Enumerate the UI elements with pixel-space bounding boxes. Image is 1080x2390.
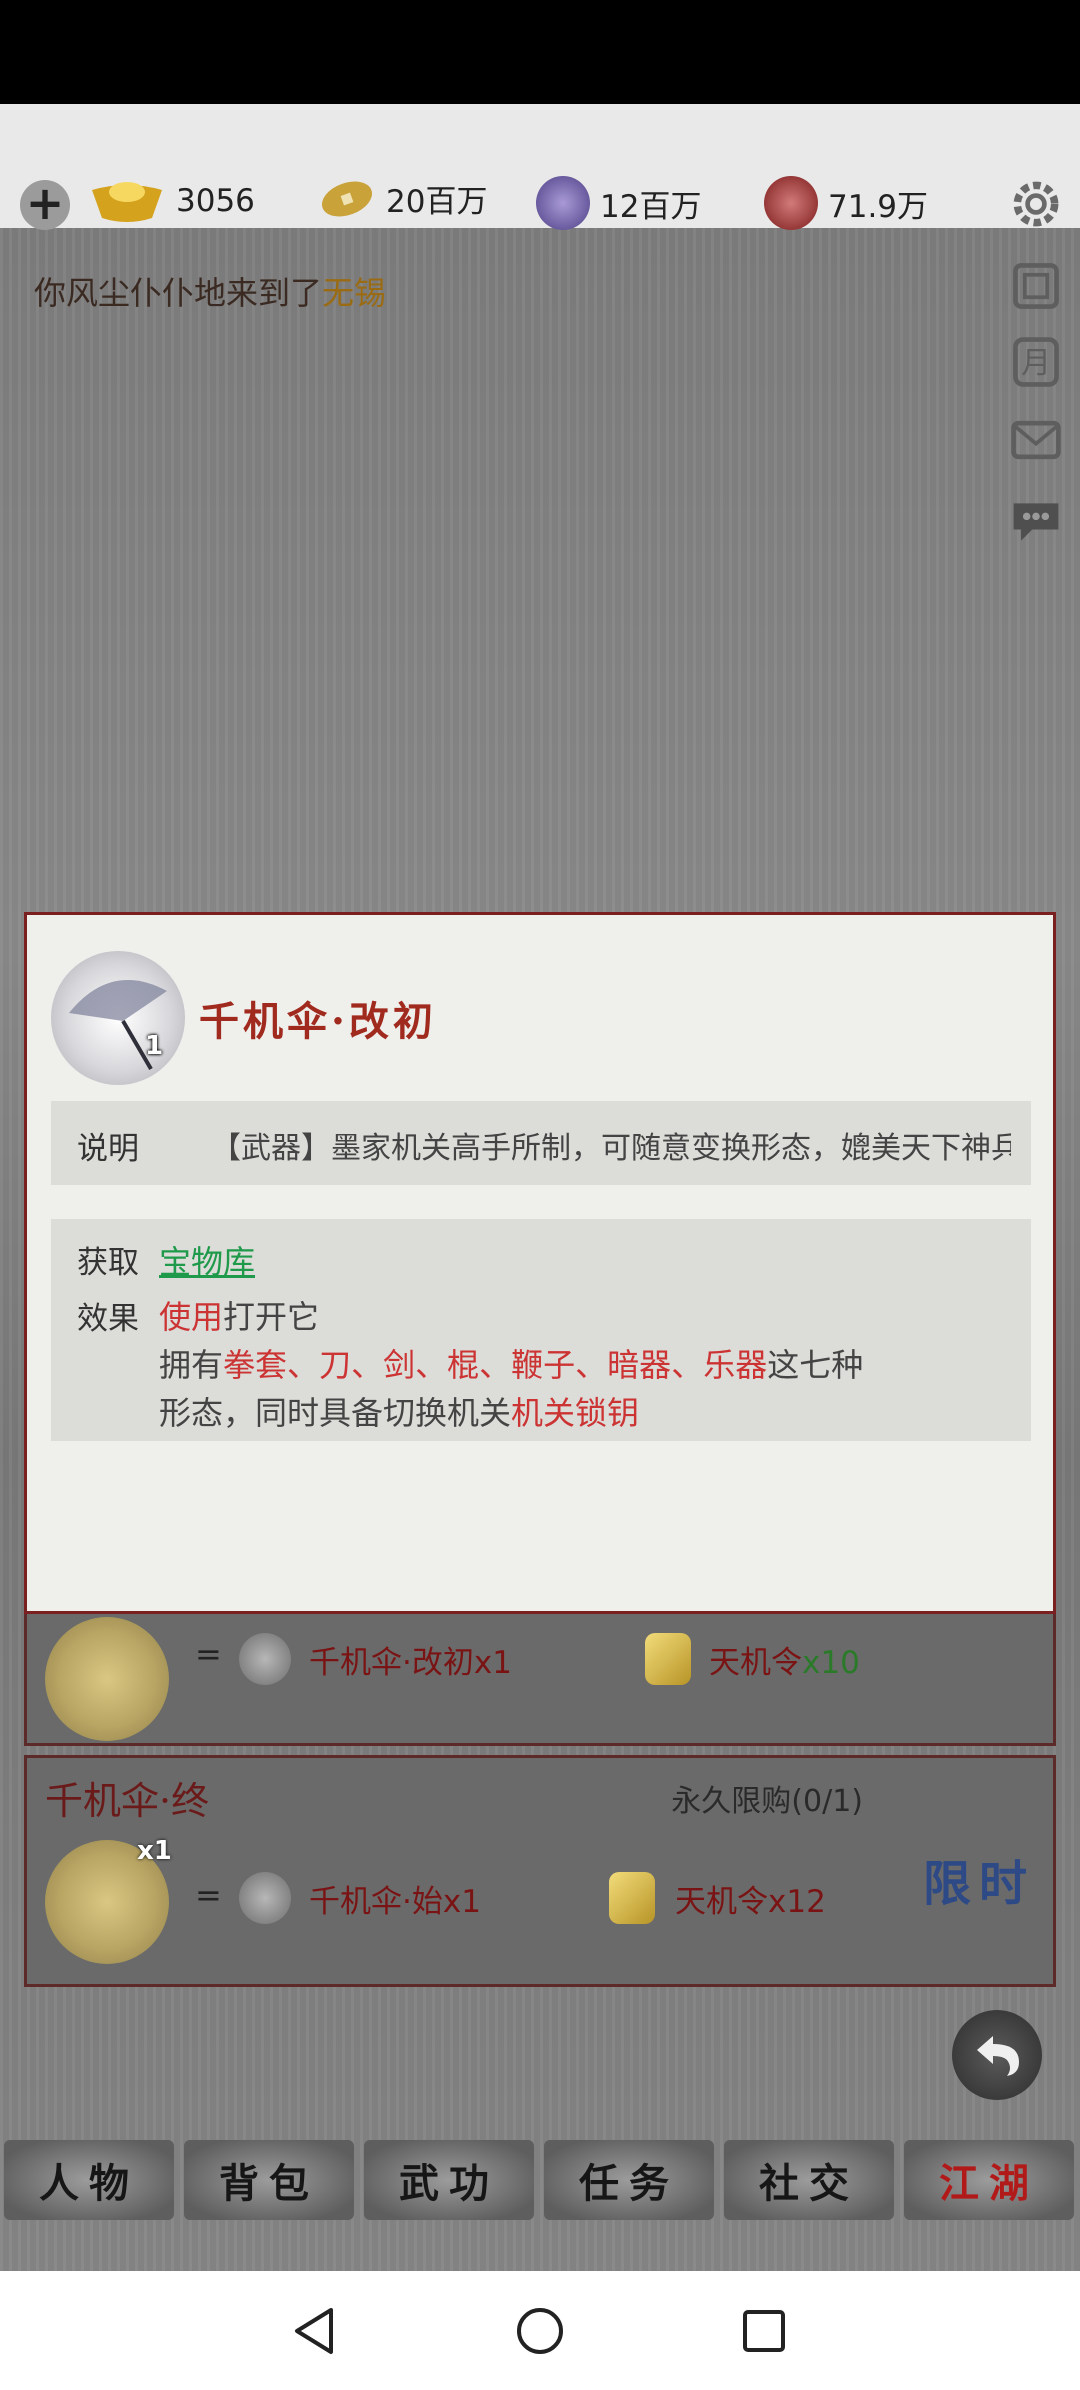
coin-resource: 20百万 [318, 176, 487, 221]
nav-home-button[interactable] [510, 2301, 570, 2361]
token-icon [645, 1633, 691, 1685]
tab-social[interactable]: 社交 [724, 2140, 894, 2220]
item-count: 1 [145, 1031, 164, 1061]
triangle-back-icon [295, 2308, 333, 2354]
message-prefix: 你风尘仆仆地来到了 [34, 274, 323, 312]
settings-button[interactable] [1004, 176, 1068, 232]
shop-item-card-2[interactable]: 千机伞·终 永久限购(0/1) x1 = 千机伞·始x1 天机令x12 限时 [24, 1755, 1056, 1987]
window-icon [1013, 263, 1059, 309]
effect-label: 效果 [77, 1301, 139, 1337]
status-bar [0, 0, 1080, 104]
back-button[interactable] [952, 2010, 1042, 2100]
chat-bubble-icon [1013, 503, 1059, 541]
month-icon: 月 [1013, 337, 1059, 387]
nav-recents-button[interactable] [734, 2301, 794, 2361]
potential-value: 12百万 [600, 188, 702, 225]
tab-character[interactable]: 人物 [4, 2140, 174, 2220]
main-tabs: 人物 背包 武功 任务 社交 江湖 [0, 2140, 1080, 2224]
item-count: x1 [137, 1836, 172, 1866]
nav-back-button[interactable] [284, 2301, 344, 2361]
cultivation-resource: 71.9万 [764, 176, 928, 230]
card-title: 千机伞·终 [45, 1779, 210, 1823]
cost-item-1: 千机伞·改初x1 [309, 1645, 512, 1681]
gold-ingot-icon [92, 182, 162, 222]
chat-button[interactable] [1004, 494, 1068, 550]
description-box: 说明 【武器】墨家机关高手所制，可随意变换形态，媲美天下神兵 [51, 1101, 1031, 1185]
tab-bag[interactable]: 背包 [184, 2140, 354, 2220]
city-name: 无锡 [322, 274, 387, 312]
envelope-icon [1011, 420, 1061, 460]
umbrella-small-icon [239, 1872, 291, 1924]
square-recents-icon [743, 2310, 785, 2352]
cost-item-1: 千机伞·始x1 [309, 1884, 481, 1920]
mail-button[interactable] [1004, 412, 1068, 468]
purchase-limit: 永久限购(0/1) [671, 1784, 863, 1819]
back-arrow-icon [977, 2036, 1019, 2076]
add-currency-button[interactable]: + [20, 180, 70, 230]
monthly-button[interactable]: 月 [1004, 334, 1068, 390]
potential-resource: 12百万 [536, 176, 701, 230]
gold-resource: 3056 [88, 176, 255, 226]
circle-home-icon [517, 2308, 563, 2354]
token-icon [609, 1872, 655, 1924]
obtain-label: 获取 [77, 1245, 139, 1281]
item-detail-modal[interactable]: 1 千机伞·改初 说明 【武器】墨家机关高手所制，可随意变换形态，媲美天下神兵 … [24, 912, 1056, 1614]
info-box: 获取 宝物库 效果 使用打开它 拥有拳套、刀、剑、棍、鞭子、暗器、乐器这七种 形… [51, 1219, 1031, 1441]
tab-quests[interactable]: 任务 [544, 2140, 714, 2220]
equals-sign: = [195, 1635, 222, 1673]
token-qty: x10 [802, 1645, 860, 1681]
equals-sign: = [195, 1876, 222, 1914]
umbrella-icon [51, 951, 185, 1085]
location-message: 你风尘仆仆地来到了无锡 [34, 268, 386, 314]
umbrella-icon [45, 1617, 169, 1741]
tab-jianghu[interactable]: 江湖 [904, 2140, 1074, 2220]
description-text: 【武器】墨家机关高手所制，可随意变换形态，媲美天下神兵 [211, 1131, 1011, 1166]
window-button[interactable] [1004, 258, 1068, 314]
system-nav-bar [0, 2271, 1080, 2390]
limited-time-badge: 限时 [922, 1856, 1035, 1912]
shop-item-card-1[interactable]: = 千机伞·改初x1 天机令x10 [24, 1600, 1056, 1746]
description-label: 说明 [77, 1131, 139, 1167]
cultivation-value: 71.9万 [828, 188, 929, 225]
cost-item-2: 天机令x10 [709, 1637, 860, 1682]
gold-value: 3056 [176, 183, 255, 219]
coin-value: 20百万 [386, 184, 488, 220]
token-name: 天机令 [709, 1645, 802, 1681]
effect-text: 使用打开它 拥有拳套、刀、剑、棍、鞭子、暗器、乐器这七种 形态，同时具备切换机关… [159, 1298, 864, 1432]
potential-orb-icon [536, 176, 590, 230]
copper-coin-icon [321, 181, 373, 216]
obtain-link[interactable]: 宝物库 [159, 1237, 255, 1283]
cost-item-2: 天机令x12 [675, 1884, 826, 1920]
svg-text:月: 月 [1021, 346, 1051, 381]
umbrella-small-icon [239, 1633, 291, 1685]
item-title: 千机伞·改初 [199, 998, 437, 1045]
gear-icon [1013, 181, 1059, 227]
cultivation-orb-icon [764, 176, 818, 230]
tab-martial-arts[interactable]: 武功 [364, 2140, 534, 2220]
